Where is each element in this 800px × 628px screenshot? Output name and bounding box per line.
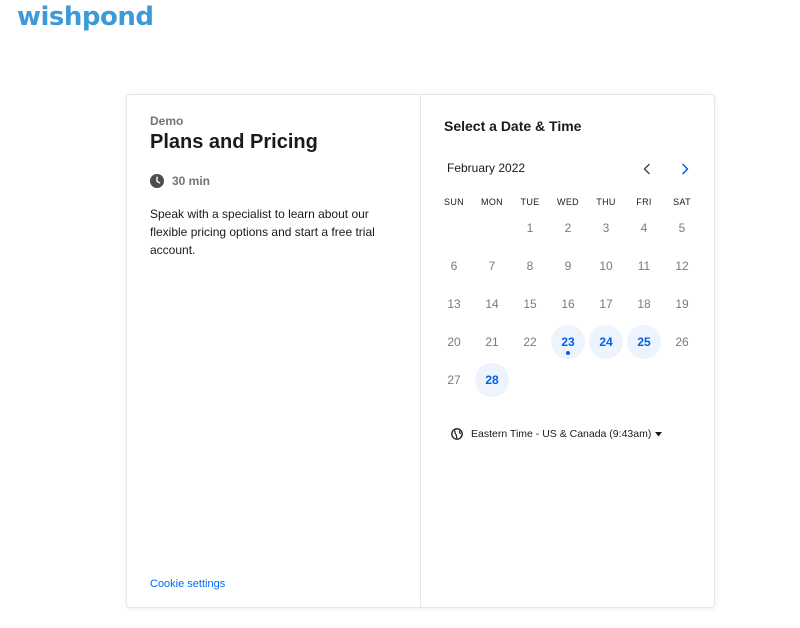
- date-8: 8: [526, 259, 534, 273]
- date-27: 27: [447, 373, 461, 387]
- weekday-fri: FRI: [636, 197, 652, 207]
- clock-icon: [150, 174, 164, 188]
- next-month-button[interactable]: [677, 161, 693, 177]
- date-9: 9: [564, 259, 572, 273]
- date-13: 13: [447, 297, 461, 311]
- date-10: 10: [599, 259, 613, 273]
- date-picker-panel: Select a Date & Time February 2022 SUN MO…: [421, 95, 714, 607]
- date-26: 26: [675, 335, 689, 349]
- date-19: 19: [675, 297, 689, 311]
- today-indicator: [566, 351, 570, 355]
- date-20: 20: [447, 335, 461, 349]
- weekday-sun: SUN: [444, 197, 464, 207]
- date-7: 7: [488, 259, 496, 273]
- date-21: 21: [485, 335, 499, 349]
- wishpond-logo[interactable]: wishpond: [17, 2, 154, 32]
- event-title: Plans and Pricing: [150, 131, 318, 153]
- weekday-mon: MON: [481, 197, 503, 207]
- date-22: 22: [523, 335, 537, 349]
- organizer-name: Demo: [150, 114, 184, 128]
- globe-icon: [451, 428, 463, 440]
- caret-down-icon: [655, 431, 663, 436]
- date-3: 3: [602, 221, 610, 235]
- scheduling-card: Demo Plans and Pricing 30 min Speak with…: [126, 94, 715, 608]
- timezone-label: Eastern Time - US & Canada (9:43am): [471, 428, 652, 440]
- date-2: 2: [564, 221, 572, 235]
- date-16: 16: [561, 297, 575, 311]
- date-4: 4: [640, 221, 648, 235]
- available-date-23[interactable]: 23: [551, 325, 585, 359]
- date-5: 5: [678, 221, 686, 235]
- date-15: 15: [523, 297, 537, 311]
- month-label: February 2022: [447, 161, 526, 175]
- event-details-panel: Demo Plans and Pricing 30 min Speak with…: [127, 95, 421, 607]
- timezone-selector[interactable]: Eastern Time - US & Canada (9:43am): [451, 428, 663, 440]
- weekday-sat: SAT: [673, 197, 691, 207]
- cookie-settings-link[interactable]: Cookie settings: [150, 578, 225, 590]
- weekday-tue: TUE: [520, 197, 540, 207]
- duration-label: 30 min: [172, 174, 211, 188]
- date-time-heading: Select a Date & Time: [444, 118, 582, 134]
- date-11: 11: [637, 259, 651, 273]
- available-date-28[interactable]: 28: [475, 363, 509, 397]
- event-duration: 30 min: [150, 174, 210, 188]
- date-18: 18: [637, 297, 651, 311]
- date-14: 14: [485, 297, 499, 311]
- weekday-wed: WED: [557, 197, 579, 207]
- previous-month-button[interactable]: [639, 161, 655, 177]
- available-date-24[interactable]: 24: [589, 325, 623, 359]
- date-1: 1: [526, 221, 534, 235]
- available-date-25[interactable]: 25: [627, 325, 661, 359]
- calendar-grid: 1 2 3 4 5 6 7 8 9 10 11 12 13 14 15 16 17 18 19 20 21 22 23 24 2…: [435, 211, 701, 411]
- date-6: 6: [450, 259, 458, 273]
- event-description: Speak with a specialist to learn about o…: [150, 207, 375, 257]
- date-12: 12: [675, 259, 689, 273]
- weekday-thu: THU: [596, 197, 616, 207]
- date-17: 17: [599, 297, 613, 311]
